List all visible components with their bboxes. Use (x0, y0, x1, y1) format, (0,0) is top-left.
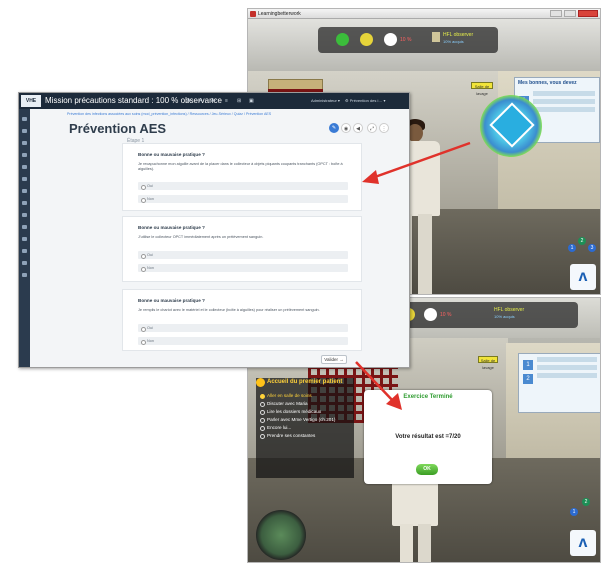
annotation-arrows (355, 141, 471, 410)
arrow-to-quiz (362, 141, 471, 184)
arrow-to-result (355, 361, 402, 410)
